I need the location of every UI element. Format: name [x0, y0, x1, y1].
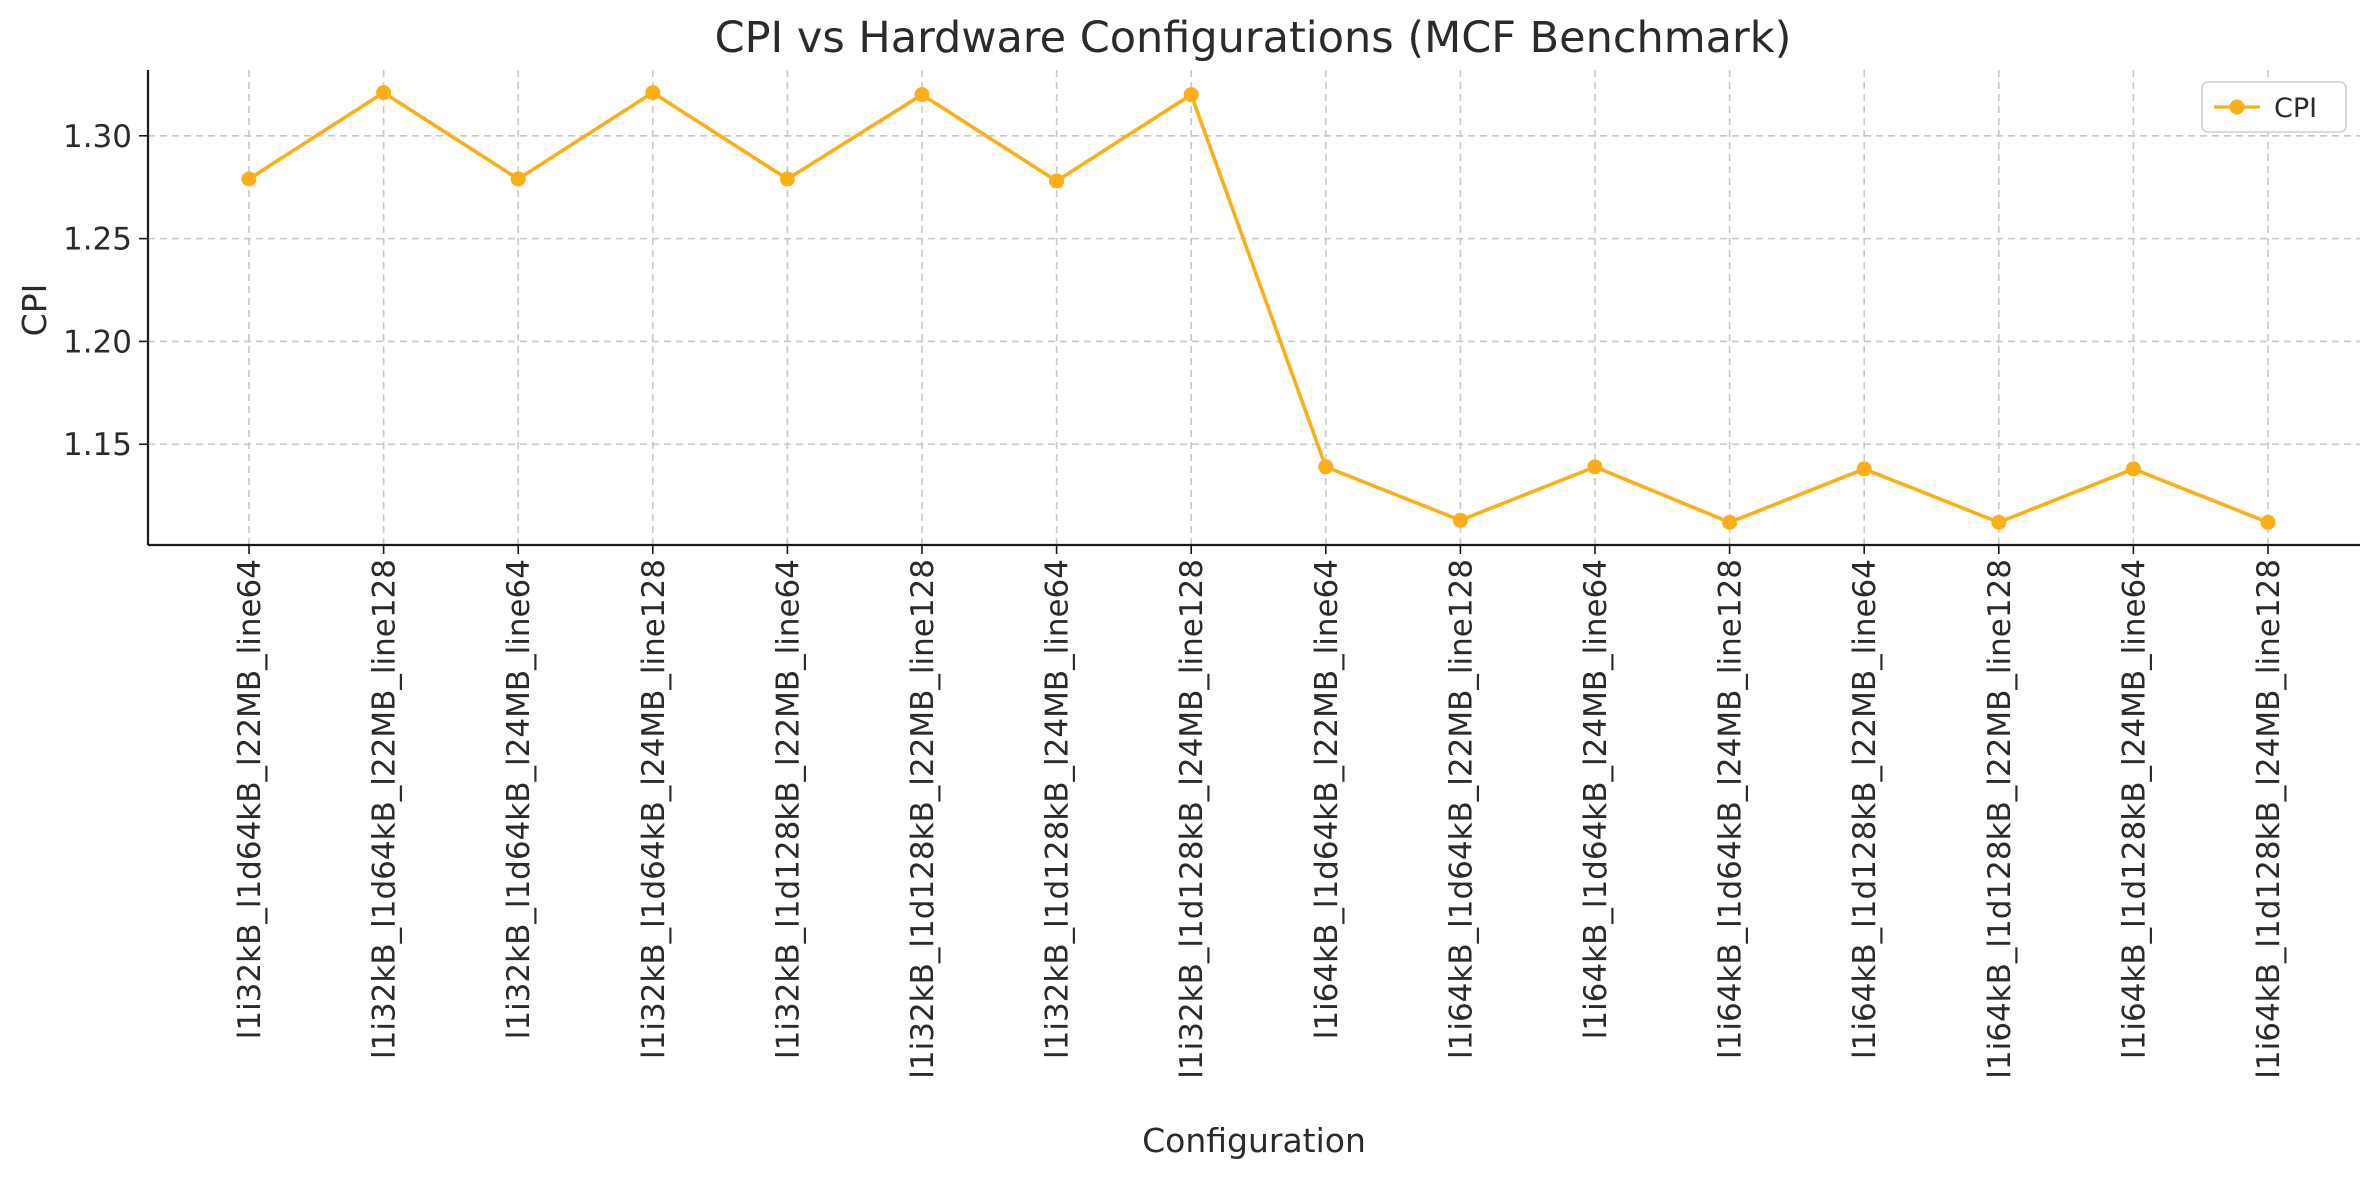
x-axis: l1i32kB_l1d64kB_l22MB_line64 l1i32kB_l1d6… [232, 545, 2287, 1079]
data-point [1318, 459, 1334, 475]
data-point [510, 171, 526, 187]
y-tick-label: 1.30 [63, 119, 132, 155]
x-tick-label: l1i32kB_l1d128kB_l24MB_line128 [1174, 559, 1210, 1079]
data-point [1991, 514, 2007, 530]
data-point [2125, 461, 2141, 477]
data-point [1856, 461, 1872, 477]
x-tick-label: l1i64kB_l1d64kB_l24MB_line64 [1578, 559, 1614, 1039]
series-line [248, 90, 2269, 525]
cpi-line-chart: CPI vs Hardware Configurations (MCF Benc… [15, 13, 2360, 1160]
data-point [645, 85, 661, 101]
x-tick-label: l1i64kB_l1d64kB_l22MB_line128 [1443, 559, 1479, 1059]
data-point [1452, 512, 1468, 528]
data-point [779, 171, 795, 187]
series-cpi [241, 85, 2276, 530]
chart-title: CPI vs Hardware Configurations (MCF Benc… [715, 13, 1792, 63]
x-tick-label: l1i32kB_l1d64kB_l22MB_line64 [232, 559, 268, 1039]
data-point [2260, 514, 2276, 530]
data-point [241, 171, 257, 187]
x-tick-label: l1i32kB_l1d64kB_l22MB_line128 [367, 559, 403, 1059]
data-point [914, 87, 930, 103]
x-tick-label: l1i64kB_l1d64kB_l24MB_line128 [1713, 559, 1749, 1059]
x-tick-label: l1i32kB_l1d128kB_l24MB_line64 [1040, 559, 1076, 1059]
data-point [376, 85, 392, 101]
y-tick-label: 1.25 [63, 222, 132, 258]
y-axis-label: CPI [15, 284, 54, 337]
x-tick-label: l1i64kB_l1d128kB_l22MB_line64 [1847, 559, 1883, 1059]
data-point [1049, 173, 1065, 189]
y-tick-label: 1.20 [63, 324, 132, 360]
legend-label-cpi: CPI [2274, 93, 2317, 124]
x-tick-label: l1i32kB_l1d64kB_l24MB_line64 [501, 559, 537, 1039]
data-point [1183, 87, 1199, 103]
legend: CPI [2201, 81, 2347, 133]
x-tick-label: l1i64kB_l1d128kB_l22MB_line128 [1982, 559, 2018, 1079]
x-tick-label: l1i64kB_l1d128kB_l24MB_line64 [2116, 559, 2152, 1059]
x-tick-label: l1i32kB_l1d128kB_l22MB_line64 [770, 559, 806, 1059]
y-axis: 1.15 1.20 1.25 1.30 [63, 119, 148, 463]
data-point [1722, 514, 1738, 530]
x-tick-label: l1i64kB_l1d128kB_l24MB_line128 [2251, 559, 2287, 1079]
y-tick-label: 1.15 [63, 427, 132, 463]
data-point [1587, 459, 1603, 475]
grid-lines [148, 70, 2360, 545]
x-tick-label: l1i32kB_l1d128kB_l22MB_line128 [905, 559, 941, 1079]
legend-point-marker [2229, 99, 2245, 115]
x-tick-label: l1i32kB_l1d64kB_l24MB_line128 [636, 559, 672, 1059]
x-axis-label: Configuration [1142, 1121, 1366, 1160]
x-tick-label: l1i64kB_l1d64kB_l22MB_line64 [1309, 559, 1345, 1039]
